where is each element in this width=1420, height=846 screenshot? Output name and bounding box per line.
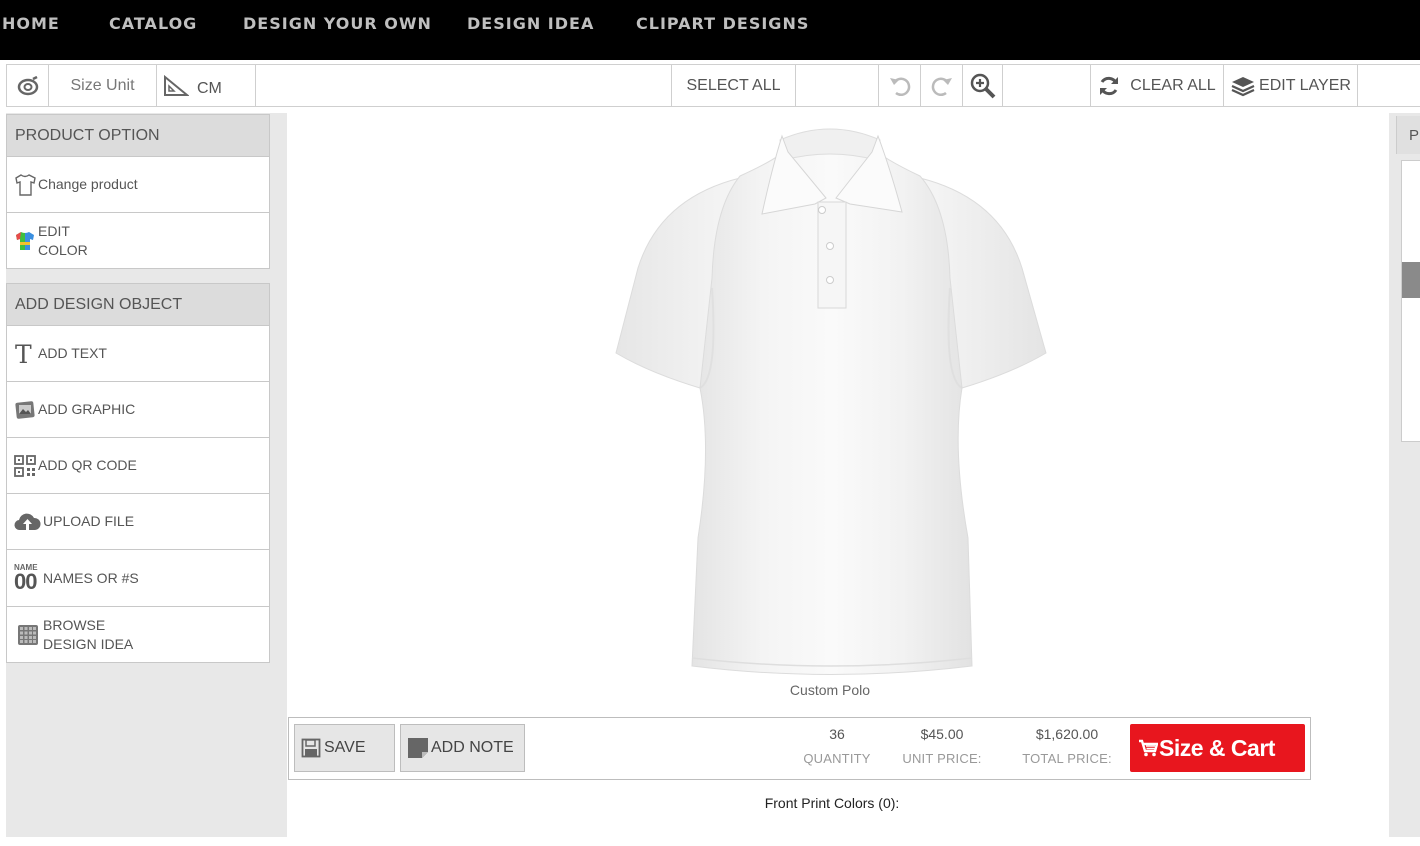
- quantity-value: 36: [829, 726, 845, 742]
- redo-button[interactable]: [921, 65, 963, 106]
- quantity-display: 36 QUANTITY: [797, 726, 877, 766]
- product-option-header: PRODUCT OPTION: [6, 114, 270, 157]
- size-and-cart-label: Size & Cart: [1159, 734, 1275, 761]
- qr-code-icon: [14, 453, 36, 479]
- unit-price-label: UNIT PRICE:: [902, 751, 982, 766]
- order-bar: SAVE ADD NOTE 36 QUANTITY $45.00 UNIT PR…: [288, 717, 1311, 780]
- add-text-button[interactable]: T ADD TEXT: [6, 326, 270, 382]
- select-all-button[interactable]: SELECT ALL: [672, 65, 796, 106]
- browse-design-idea-label: BROWSE DESIGN IDEA: [43, 616, 133, 654]
- zoom-in-icon: [970, 73, 995, 98]
- design-toolbar: Size Unit CM SELECT ALL CLEAR ALL EDIT L…: [6, 64, 1420, 107]
- size-unit-value: CM: [197, 79, 222, 97]
- product-name: Custom Polo: [789, 682, 871, 698]
- add-graphic-button[interactable]: ADD GRAPHIC: [6, 382, 270, 438]
- nav-design-your-own[interactable]: DESIGN YOUR OWN: [243, 14, 432, 33]
- text-icon: T: [14, 341, 36, 367]
- add-qr-code-button[interactable]: ADD QR CODE: [6, 438, 270, 494]
- names-icon-bottom: 00: [14, 569, 38, 594]
- browse-design-idea-button[interactable]: BROWSE DESIGN IDEA: [6, 607, 270, 663]
- help-button[interactable]: [7, 65, 49, 106]
- edit-color-button[interactable]: EDIT COLOR: [6, 213, 270, 269]
- add-qr-code-label: ADD QR CODE: [38, 457, 137, 473]
- names-numbers-label: NAMES OR #S: [43, 569, 139, 586]
- zoom-button[interactable]: [963, 65, 1003, 106]
- undo-icon: [889, 77, 910, 96]
- right-panel-scrollbar[interactable]: [1402, 262, 1420, 298]
- clear-all-button[interactable]: CLEAR ALL: [1091, 65, 1224, 106]
- right-panel-tab[interactable]: P: [1396, 116, 1420, 154]
- add-graphic-label: ADD GRAPHIC: [38, 401, 136, 417]
- edit-color-line2: COLOR: [38, 241, 88, 258]
- top-navigation: HOME CATALOG DESIGN YOUR OWN DESIGN IDEA…: [0, 0, 1420, 60]
- svg-text:T: T: [15, 341, 32, 367]
- size-and-cart-button[interactable]: Size & Cart: [1130, 724, 1305, 772]
- nav-home[interactable]: HOME: [2, 14, 60, 33]
- edit-layer-label: EDIT LAYER: [1259, 76, 1351, 94]
- cloud-upload-icon: [14, 509, 41, 535]
- edit-color-line1: EDIT: [38, 222, 70, 239]
- unit-price-value: $45.00: [920, 726, 964, 742]
- add-design-object-header: ADD DESIGN OBJECT: [6, 283, 270, 326]
- refresh-icon: [1100, 76, 1119, 95]
- nav-catalog[interactable]: CATALOG: [109, 14, 197, 33]
- help-icon: [17, 75, 38, 95]
- total-price-label: TOTAL PRICE:: [1022, 751, 1112, 766]
- right-tab-label: P: [1409, 127, 1420, 144]
- color-tshirt-icon: [14, 228, 36, 254]
- browse-line2: DESIGN IDEA: [43, 635, 134, 652]
- change-product-label: Change product: [38, 176, 138, 192]
- upload-file-button[interactable]: UPLOAD FILE: [6, 494, 270, 550]
- unit-price-display: $45.00 UNIT PRICE:: [897, 726, 987, 766]
- polo-shirt-image[interactable]: [600, 118, 1060, 683]
- graphic-icon: [14, 397, 36, 423]
- undo-button[interactable]: [879, 65, 921, 106]
- total-price-display: $1,620.00 TOTAL PRICE:: [1015, 726, 1119, 766]
- ruler-icon: [164, 74, 189, 96]
- clear-all-label: CLEAR ALL: [1130, 76, 1216, 94]
- save-label: SAVE: [324, 739, 366, 756]
- toolbar-spacer: [256, 65, 672, 106]
- layers-icon: [1231, 76, 1255, 96]
- size-unit-selector[interactable]: CM: [157, 65, 256, 106]
- toolbar-spacer-2: [796, 65, 879, 106]
- browse-line1: BROWSE: [43, 616, 106, 633]
- size-unit-label: Size Unit: [49, 65, 157, 106]
- add-note-label: ADD NOTE: [431, 739, 514, 756]
- change-product-button[interactable]: Change product: [6, 157, 270, 213]
- add-text-label: ADD TEXT: [38, 345, 107, 361]
- save-button[interactable]: SAVE: [294, 724, 395, 772]
- right-panel-content: [1401, 160, 1420, 442]
- design-grid-icon: [14, 622, 41, 648]
- toolbar-spacer-3: [1003, 65, 1091, 106]
- cart-icon: [1139, 739, 1158, 757]
- note-icon: [408, 738, 428, 758]
- tshirt-outline-icon: [14, 172, 36, 198]
- quantity-label: QUANTITY: [803, 751, 871, 766]
- nav-clipart-designs[interactable]: CLIPART DESIGNS: [636, 14, 809, 33]
- names-numbers-icon: NAME 00: [14, 561, 41, 595]
- edit-layer-button[interactable]: EDIT LAYER: [1224, 65, 1358, 106]
- names-numbers-button[interactable]: NAME 00 NAMES OR #S: [6, 550, 270, 607]
- add-note-button[interactable]: ADD NOTE: [400, 724, 525, 772]
- nav-design-idea[interactable]: DESIGN IDEA: [467, 14, 594, 33]
- total-price-value: $1,620.00: [1035, 726, 1099, 742]
- upload-file-label: UPLOAD FILE: [43, 513, 135, 529]
- redo-icon: [931, 77, 952, 96]
- front-print-colors: Front Print Colors (0):: [764, 795, 900, 811]
- save-icon: [301, 738, 321, 758]
- edit-color-label: EDIT COLOR: [38, 222, 88, 260]
